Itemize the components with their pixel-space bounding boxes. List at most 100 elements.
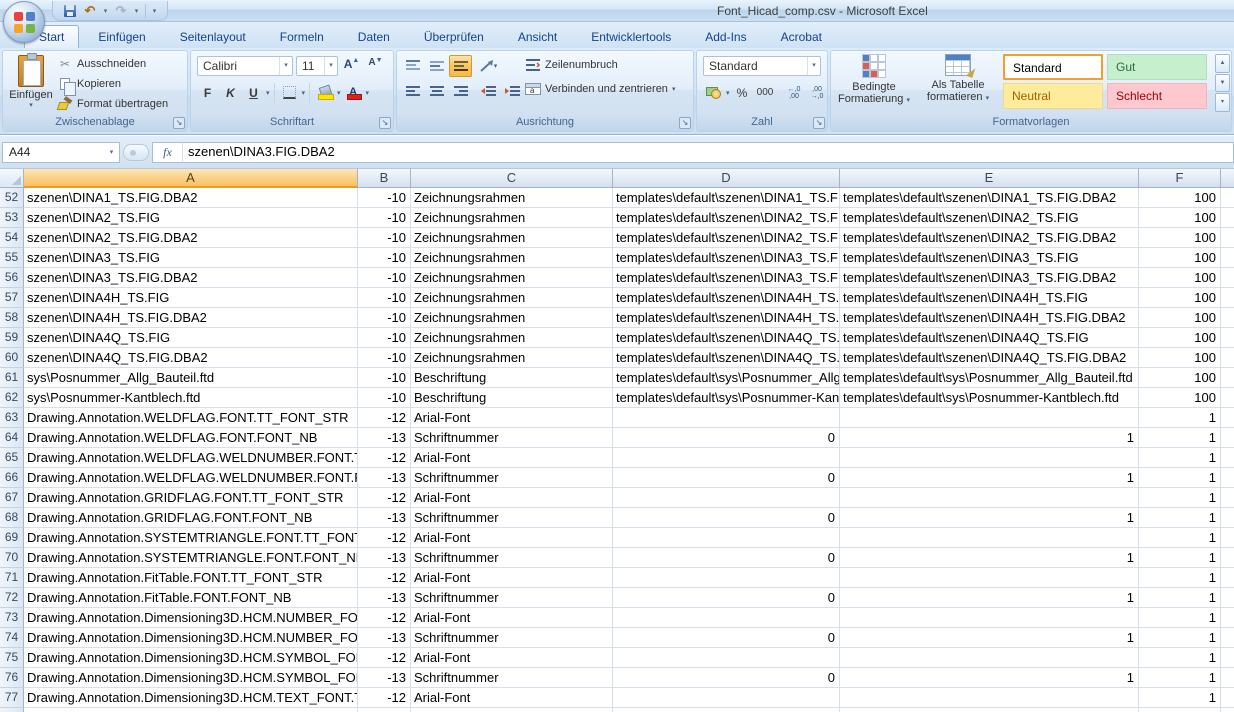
cell-f[interactable]: 100 [1139, 228, 1221, 248]
row-header[interactable]: 58 [0, 308, 24, 328]
font-family-dropdown-icon[interactable]: ▾ [279, 57, 292, 75]
cell-g[interactable] [1221, 588, 1234, 608]
cell-f[interactable] [1139, 708, 1221, 712]
cell-g[interactable] [1221, 668, 1234, 688]
cell-d[interactable]: 0 [613, 548, 840, 568]
cell-e[interactable]: templates\default\szenen\DINA1_TS.FIG.DB… [840, 188, 1139, 208]
row-header[interactable]: 77 [0, 688, 24, 708]
cell-a[interactable]: Drawing.Annotation.Dimensioning3D.HCM.NU… [24, 608, 358, 628]
cell-f[interactable]: 100 [1139, 348, 1221, 368]
cell-c[interactable]: Zeichnungsrahmen [411, 188, 613, 208]
cell-a[interactable]: Drawing.Annotation.WELDFLAG.FONT.FONT_NB [24, 428, 358, 448]
cell-style-chip[interactable]: Standard [1003, 54, 1103, 80]
cell-e[interactable]: 1 [840, 428, 1139, 448]
cell-b[interactable]: -13 [358, 548, 411, 568]
cell-b[interactable]: -12 [358, 688, 411, 708]
row-header[interactable]: 57 [0, 288, 24, 308]
column-header[interactable]: B [358, 169, 411, 188]
cell-f[interactable]: 1 [1139, 528, 1221, 548]
accounting-dropdown-icon[interactable]: ▾ [726, 89, 730, 97]
cell-b[interactable]: -10 [358, 368, 411, 388]
cell-d[interactable]: templates\default\szenen\DINA4H_TS.FIG.D… [613, 308, 840, 328]
cell-g[interactable] [1221, 428, 1234, 448]
cell-c[interactable] [411, 708, 613, 712]
cell-g[interactable] [1221, 248, 1234, 268]
undo-dropdown-icon[interactable]: ▾ [101, 7, 110, 15]
cell-g[interactable] [1221, 488, 1234, 508]
cell-b[interactable]: -13 [358, 588, 411, 608]
cell-style-chip[interactable]: Gut [1107, 54, 1207, 80]
cell-a[interactable]: szenen\DINA4Q_TS.FIG.DBA2 [24, 348, 358, 368]
borders-dropdown-icon[interactable]: ▾ [302, 89, 306, 97]
cell-d[interactable]: 0 [613, 428, 840, 448]
cell-d[interactable]: templates\default\szenen\DINA2_TS.FIG.DB… [613, 228, 840, 248]
cell-b[interactable]: -12 [358, 488, 411, 508]
cell-a[interactable]: szenen\DINA2_TS.FIG [24, 208, 358, 228]
cell-a[interactable]: Drawing.Annotation.Dimensioning3D.HCM.SY… [24, 648, 358, 668]
cell-e[interactable]: 1 [840, 588, 1139, 608]
cell-d[interactable] [613, 448, 840, 468]
cell-c[interactable]: Zeichnungsrahmen [411, 308, 613, 328]
cell-g[interactable] [1221, 348, 1234, 368]
cell-c[interactable]: Arial-Font [411, 488, 613, 508]
undo-button[interactable]: ↶ [81, 2, 99, 19]
row-header[interactable]: 78 [0, 708, 24, 712]
cell-g[interactable] [1221, 468, 1234, 488]
cell-f[interactable]: 1 [1139, 408, 1221, 428]
cell-e[interactable]: 1 [840, 508, 1139, 528]
column-header[interactable]: A [24, 169, 358, 188]
redo-button[interactable]: ↷ [112, 2, 130, 19]
cell-a[interactable]: Drawing.Annotation.Dimensioning3D.HCM.TE… [24, 688, 358, 708]
cell-a[interactable]: szenen\DINA4H_TS.FIG [24, 288, 358, 308]
cell-g[interactable] [1221, 528, 1234, 548]
format-as-table-button[interactable]: Als Tabelle formatieren ▾ [917, 53, 999, 105]
cell-f[interactable]: 100 [1139, 268, 1221, 288]
cell-g[interactable] [1221, 268, 1234, 288]
row-header[interactable]: 70 [0, 548, 24, 568]
row-header[interactable]: 75 [0, 648, 24, 668]
cell-d[interactable] [613, 568, 840, 588]
cell-a[interactable]: szenen\DINA1_TS.FIG.DBA2 [24, 188, 358, 208]
name-box[interactable]: A44 ▾ [2, 142, 120, 163]
number-dialog-launcher[interactable]: ↘ [813, 117, 825, 129]
cell-g[interactable] [1221, 568, 1234, 588]
wrap-text-button[interactable]: Zeilenumbruch [525, 57, 675, 73]
cell-e[interactable]: templates\default\szenen\DINA4Q_TS.FIG [840, 328, 1139, 348]
gallery-scroll-down-button[interactable]: ▼ [1215, 74, 1230, 93]
underline-button[interactable]: U [243, 82, 264, 103]
name-box-dropdown-icon[interactable]: ▾ [104, 148, 119, 156]
column-header[interactable]: E [840, 169, 1139, 188]
cell-b[interactable]: -10 [358, 388, 411, 408]
cell-c[interactable]: Zeichnungsrahmen [411, 288, 613, 308]
format-painter-button[interactable]: Format übertragen [57, 96, 168, 112]
cell-g[interactable] [1221, 508, 1234, 528]
column-header[interactable]: C [411, 169, 613, 188]
cell-g[interactable] [1221, 628, 1234, 648]
cell-d[interactable] [613, 488, 840, 508]
cell-a[interactable] [24, 708, 358, 712]
cell-a[interactable]: Drawing.Annotation.GRIDFLAG.FONT.TT_FONT… [24, 488, 358, 508]
cell-d[interactable]: templates\default\sys\Posnummer_Allg_Bau… [613, 368, 840, 388]
cell-f[interactable]: 1 [1139, 508, 1221, 528]
column-header[interactable]: F [1139, 169, 1221, 188]
cell-b[interactable]: -13 [358, 668, 411, 688]
cell-b[interactable]: -12 [358, 528, 411, 548]
cell-e[interactable]: templates\default\szenen\DINA2_TS.FIG [840, 208, 1139, 228]
cell-d[interactable] [613, 648, 840, 668]
cell-e[interactable]: templates\default\szenen\DINA3_TS.FIG [840, 248, 1139, 268]
cell-f[interactable]: 100 [1139, 288, 1221, 308]
cell-e[interactable]: 1 [840, 668, 1139, 688]
number-format-combo[interactable]: Standard ▾ [703, 56, 821, 76]
cell-c[interactable]: Schriftnummer [411, 508, 613, 528]
cell-c[interactable]: Schriftnummer [411, 468, 613, 488]
cell-d[interactable] [613, 528, 840, 548]
copy-button[interactable]: Kopieren [57, 76, 168, 92]
cell-style-chip[interactable]: Schlecht [1107, 83, 1207, 109]
cell-g[interactable] [1221, 608, 1234, 628]
orientation-button[interactable]: ▾ [477, 55, 500, 77]
cell-f[interactable]: 100 [1139, 328, 1221, 348]
cell-a[interactable]: Drawing.Annotation.WELDFLAG.FONT.TT_FONT… [24, 408, 358, 428]
cut-button[interactable]: ✂ Ausschneiden [57, 56, 168, 72]
cell-c[interactable]: Beschriftung [411, 388, 613, 408]
gallery-scroll-up-button[interactable]: ▲ [1215, 54, 1230, 73]
